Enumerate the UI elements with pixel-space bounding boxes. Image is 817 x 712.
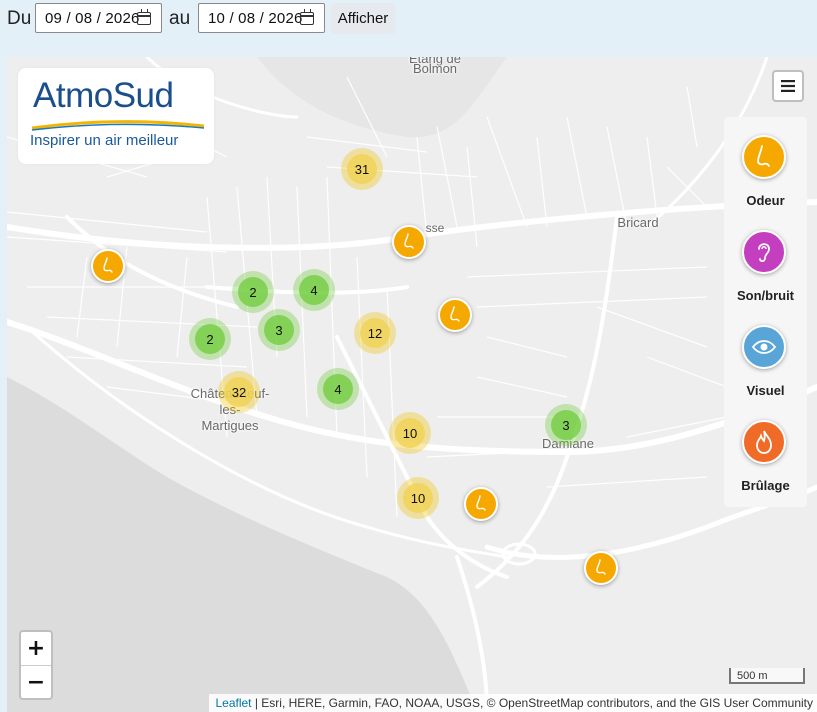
zoom-in-button[interactable]: + — [21, 632, 51, 666]
odeur-marker[interactable] — [392, 225, 426, 259]
cluster-count: 32 — [224, 377, 254, 407]
legend-item-brulage[interactable]: Brûlage — [724, 402, 807, 497]
odeur-marker[interactable] — [91, 249, 125, 283]
fire-icon[interactable] — [742, 420, 786, 464]
eye-icon[interactable] — [742, 325, 786, 369]
logo-slogan: Inspirer un air meilleur — [30, 132, 179, 149]
from-label: Du — [7, 8, 32, 29]
road-label: sse — [425, 221, 445, 235]
cluster-marker[interactable]: 4 — [317, 368, 359, 410]
nose-icon[interactable] — [742, 135, 786, 179]
nose-icon — [450, 306, 460, 322]
layers-menu-button[interactable] — [772, 70, 804, 102]
legend-label-visuel: Visuel — [746, 383, 785, 398]
legend-label-brulage: Brûlage — [741, 478, 790, 493]
cluster-marker[interactable]: 32 — [218, 371, 260, 413]
cluster-count: 4 — [299, 275, 329, 305]
cluster-marker[interactable]: 10 — [397, 477, 439, 519]
nose-icon — [404, 233, 414, 249]
cluster-count: 10 — [395, 418, 425, 448]
logo-swoosh-icon — [31, 120, 205, 131]
cluster-marker[interactable]: 3 — [545, 404, 587, 446]
legend-item-son[interactable]: Son/bruit — [724, 212, 807, 307]
cluster-marker[interactable]: 12 — [354, 312, 396, 354]
cluster-count: 3 — [264, 315, 294, 345]
signalement-legend: Odeur Son/bruit Visuel Brûlage — [724, 117, 807, 507]
cluster-count: 12 — [360, 318, 390, 348]
to-date-value: 10 / 08 / 2026 — [208, 9, 303, 27]
place-label-bricard: Bricard — [617, 215, 659, 230]
legend-item-odeur[interactable]: Odeur — [724, 117, 807, 212]
to-date-input[interactable]: 10 / 08 / 2026 — [198, 3, 325, 33]
cluster-marker[interactable]: 10 — [389, 412, 431, 454]
from-date-value: 09 / 08 / 2026 — [45, 9, 140, 27]
cluster-marker[interactable]: 4 — [293, 269, 335, 311]
legend-label-son: Son/bruit — [736, 288, 795, 303]
calendar-icon[interactable] — [300, 9, 314, 25]
zoom-control: + − — [19, 630, 53, 700]
cluster-marker[interactable]: 3 — [258, 309, 300, 351]
cluster-count: 2 — [195, 324, 225, 354]
cluster-count: 3 — [551, 410, 581, 440]
leaflet-link[interactable]: Leaflet — [215, 696, 251, 710]
nose-icon — [596, 559, 606, 575]
legend-item-visuel[interactable]: Visuel — [724, 307, 807, 402]
to-label: au — [169, 8, 191, 29]
logo-brand-text: AtmoSud — [33, 76, 174, 115]
hamburger-icon — [781, 80, 795, 92]
cluster-count: 4 — [323, 374, 353, 404]
nose-icon — [476, 495, 486, 511]
legend-label-odeur: Odeur — [746, 193, 785, 208]
odeur-marker[interactable] — [584, 551, 618, 585]
attribution-text: | Esri, HERE, Garmin, FAO, NOAA, USGS, ©… — [251, 696, 813, 710]
zoom-out-button[interactable]: − — [21, 666, 51, 699]
atmosud-logo: AtmoSud Inspirer un air meilleur — [18, 68, 214, 164]
afficher-button[interactable]: Afficher — [331, 3, 395, 34]
cluster-count: 10 — [403, 483, 433, 513]
cluster-marker[interactable]: 31 — [341, 148, 383, 190]
map-attribution: Leaflet | Esri, HERE, Garmin, FAO, NOAA,… — [209, 694, 817, 712]
cluster-marker[interactable]: 2 — [189, 318, 231, 360]
date-toolbar: Du 09 / 08 / 2026 au 10 / 08 / 2026 Affi… — [0, 0, 817, 57]
odeur-marker[interactable] — [464, 487, 498, 521]
cluster-count: 31 — [347, 154, 377, 184]
from-date-input[interactable]: 09 / 08 / 2026 — [35, 3, 162, 33]
cluster-count: 2 — [238, 277, 268, 307]
cluster-marker[interactable]: 2 — [232, 271, 274, 313]
map-view[interactable]: Etang de Bolmon Bricard Châteauneuf- les… — [7, 57, 817, 712]
scale-bar: 500 m — [729, 668, 805, 684]
ear-icon[interactable] — [742, 230, 786, 274]
nose-icon — [103, 257, 113, 273]
calendar-icon[interactable] — [137, 9, 151, 25]
odeur-marker[interactable] — [438, 298, 472, 332]
place-label-bolmon: Bolmon — [412, 61, 458, 76]
